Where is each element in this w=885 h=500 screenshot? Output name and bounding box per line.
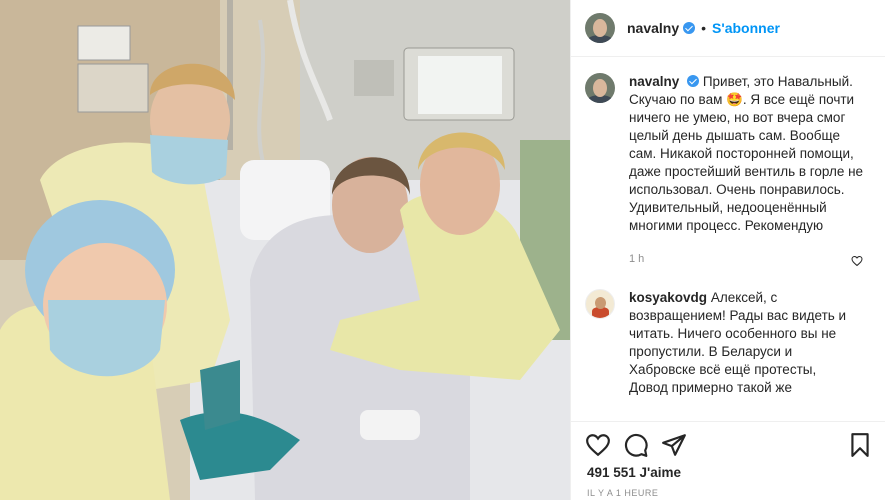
comment-username[interactable]: kosyakovdg: [629, 290, 707, 305]
post-time-ago[interactable]: IL Y A 1 HEURE: [587, 488, 658, 498]
caption-username[interactable]: navalny: [629, 74, 679, 89]
separator-dot: •: [701, 20, 707, 36]
hospital-photo: [0, 0, 570, 500]
instagram-post: navalny • S'abonner navalny Привет, это …: [0, 0, 885, 500]
caption-body: Привет, это Навальный. Скучаю по вам 🤩. …: [629, 74, 864, 233]
follow-button[interactable]: S'abonner: [712, 20, 780, 36]
post-header: navalny • S'abonner: [571, 0, 885, 57]
post-photo[interactable]: [0, 0, 570, 500]
caption: navalny Привет, это Навальный. Скучаю по…: [585, 73, 871, 235]
author-username[interactable]: navalny: [627, 20, 679, 36]
caption-text: navalny Привет, это Навальный. Скучаю по…: [629, 73, 869, 235]
commenter-avatar[interactable]: [585, 289, 615, 319]
likes-count[interactable]: 491 551 J'aime: [587, 465, 682, 480]
comment-item: kosyakovdg Алексей, с возвращением! Рады…: [585, 289, 871, 397]
comments-section[interactable]: navalny Привет, это Навальный. Скучаю по…: [571, 57, 885, 428]
comment-icon[interactable]: [623, 432, 649, 458]
verified-badge-icon: [687, 75, 700, 87]
comment-text: kosyakovdg Алексей, с возвращением! Рады…: [629, 289, 849, 397]
action-bar: [571, 421, 885, 468]
post-sidebar: navalny • S'abonner navalny Привет, это …: [570, 0, 885, 500]
comment-like-heart-icon[interactable]: [851, 255, 863, 267]
heart-icon[interactable]: [585, 432, 611, 458]
comment-body: Алексей, с возвращением! Рады вас видеть…: [629, 290, 847, 395]
caption-time[interactable]: 1 h: [629, 253, 871, 265]
bookmark-icon[interactable]: [847, 432, 873, 458]
verified-badge-icon: [683, 22, 696, 34]
share-icon[interactable]: [661, 432, 687, 458]
author-avatar[interactable]: [585, 13, 615, 43]
caption-avatar[interactable]: [585, 73, 615, 103]
